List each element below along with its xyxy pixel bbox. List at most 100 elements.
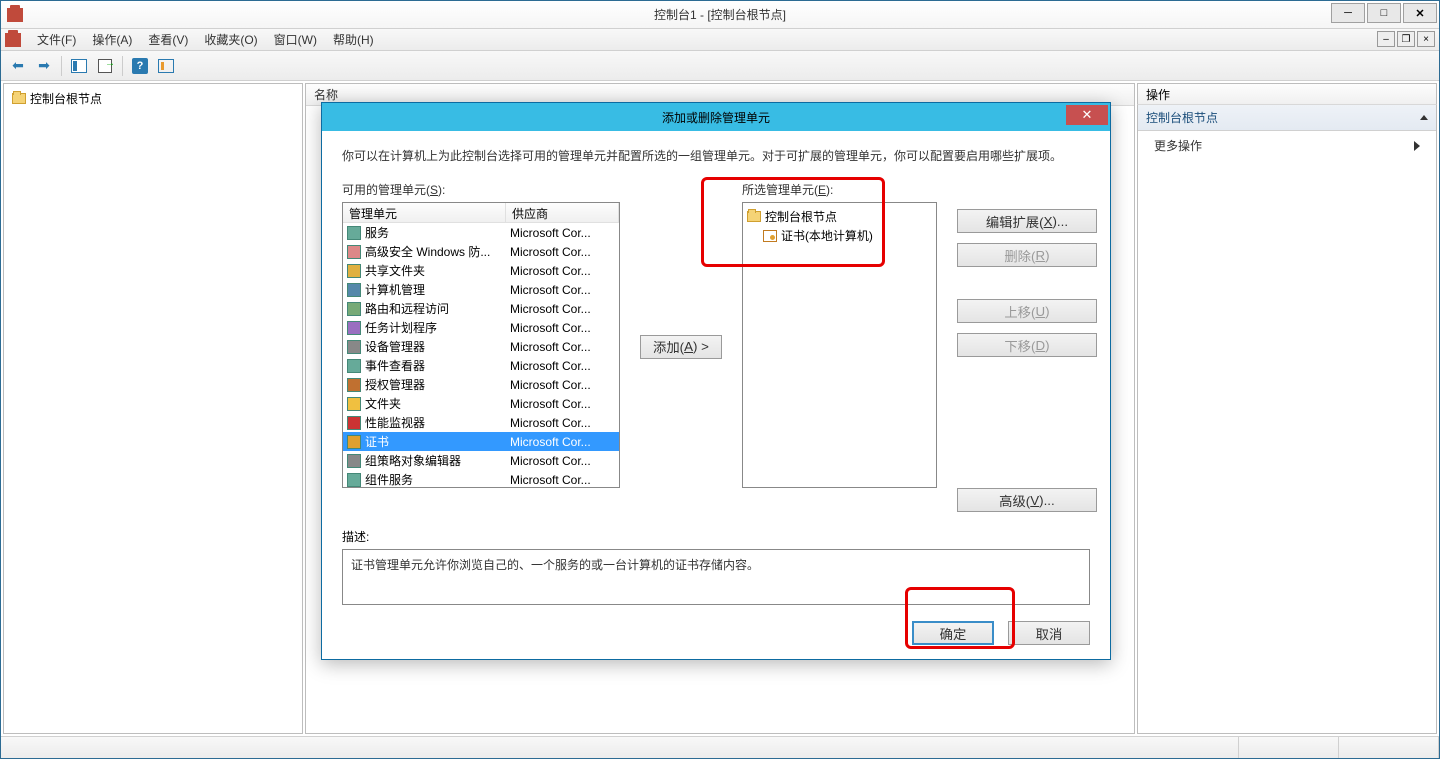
snapin-item[interactable]: 路由和远程访问 Microsoft Cor... bbox=[343, 299, 619, 318]
mdi-restore-button[interactable]: ❐ bbox=[1397, 31, 1415, 47]
help-button[interactable]: ? bbox=[129, 55, 151, 77]
snapin-item[interactable]: 事件查看器Microsoft Cor... bbox=[343, 356, 619, 375]
minimize-button[interactable]: ─ bbox=[1331, 3, 1365, 23]
toolbar-separator bbox=[61, 56, 62, 76]
snapin-item[interactable]: 计算机管理 Microsoft Cor... bbox=[343, 280, 619, 299]
snapin-name: 组件服务 bbox=[365, 471, 413, 488]
snapin-item[interactable]: 授权管理器Microsoft Cor... bbox=[343, 375, 619, 394]
back-button[interactable]: ⬅ bbox=[7, 55, 29, 77]
menu-help[interactable]: 帮助(H) bbox=[325, 28, 382, 51]
snapin-name: 服务 bbox=[365, 224, 389, 241]
close-button[interactable]: ✕ bbox=[1403, 3, 1437, 23]
snapin-name: 性能监视器 bbox=[365, 414, 425, 431]
snapin-item[interactable]: 文件夹 Microsoft Cor... bbox=[343, 394, 619, 413]
snapin-item[interactable]: 组策略对象编辑器Microsoft Cor... bbox=[343, 451, 619, 470]
move-down-button[interactable]: 下移(D) bbox=[957, 333, 1097, 357]
certificate-icon bbox=[763, 230, 777, 242]
snapin-item[interactable]: 证书 Microsoft Cor... bbox=[343, 432, 619, 451]
add-button[interactable]: 添加(A) > bbox=[640, 335, 722, 359]
mdi-close-button[interactable]: × bbox=[1417, 31, 1435, 47]
view-list-button[interactable] bbox=[155, 55, 177, 77]
snapin-vendor: Microsoft Cor... bbox=[506, 264, 591, 278]
selected-snapins-label: 所选管理单元(E): bbox=[742, 181, 937, 198]
snapin-name: 设备管理器 bbox=[365, 338, 425, 355]
snapin-vendor: Microsoft Cor... bbox=[506, 359, 591, 373]
snapin-name: 文件夹 bbox=[365, 395, 401, 412]
main-window: 控制台1 - [控制台根节点] ─ □ ✕ 文件(F) 操作(A) 查看(V) … bbox=[0, 0, 1440, 759]
show-hide-tree-button[interactable] bbox=[68, 55, 90, 77]
description-box: 证书管理单元允许你浏览自己的、一个服务的或一台计算机的证书存储内容。 bbox=[342, 549, 1090, 605]
forward-button[interactable]: ➡ bbox=[33, 55, 55, 77]
snapin-vendor: Microsoft Cor... bbox=[506, 226, 591, 240]
snapin-item[interactable]: 共享文件夹Microsoft Cor... bbox=[343, 261, 619, 280]
edit-extensions-button[interactable]: 编辑扩展(X)... bbox=[957, 209, 1097, 233]
snapin-icon bbox=[347, 321, 361, 335]
snapin-vendor: Microsoft Cor... bbox=[506, 302, 591, 316]
mdi-minimize-button[interactable]: – bbox=[1377, 31, 1395, 47]
snapin-item[interactable]: 任务计划程序Microsoft Cor... bbox=[343, 318, 619, 337]
actions-header: 操作 bbox=[1137, 83, 1437, 105]
window-title: 控制台1 - [控制台根节点] bbox=[654, 6, 786, 23]
snapin-icon bbox=[347, 473, 361, 487]
actions-pane: 操作 控制台根节点 更多操作 bbox=[1137, 83, 1437, 734]
snapin-icon bbox=[347, 340, 361, 354]
col-header-vendor[interactable]: 供应商 bbox=[506, 203, 619, 222]
menu-favorites[interactable]: 收藏夹(O) bbox=[196, 28, 265, 51]
snapin-name: 计算机管理 bbox=[365, 281, 425, 298]
dialog-close-button[interactable]: ✕ bbox=[1066, 105, 1108, 125]
snapin-vendor: Microsoft Cor... bbox=[506, 378, 591, 392]
snapin-icon bbox=[347, 283, 361, 297]
app-icon bbox=[7, 8, 23, 22]
tree-pane[interactable]: 控制台根节点 bbox=[3, 83, 303, 734]
selected-tree-cert-item[interactable]: 证书(本地计算机) bbox=[747, 226, 932, 245]
tree-root-label: 控制台根节点 bbox=[30, 90, 102, 107]
snapin-vendor: Microsoft Cor... bbox=[506, 435, 591, 449]
statusbar bbox=[1, 736, 1439, 758]
menu-view[interactable]: 查看(V) bbox=[140, 28, 196, 51]
menubar: 文件(F) 操作(A) 查看(V) 收藏夹(O) 窗口(W) 帮助(H) – ❐… bbox=[1, 29, 1439, 51]
remove-button[interactable]: 删除(R) bbox=[957, 243, 1097, 267]
description-label: 描述: bbox=[342, 528, 1090, 545]
maximize-button[interactable]: □ bbox=[1367, 3, 1401, 23]
snapin-item[interactable]: 组件服务Microsoft Cor... bbox=[343, 470, 619, 488]
snapin-name: 证书 bbox=[365, 433, 389, 450]
snapin-item[interactable]: 设备管理器 Microsoft Cor... bbox=[343, 337, 619, 356]
snapin-item[interactable]: 服务 Microsoft Cor... bbox=[343, 223, 619, 242]
tree-root-item[interactable]: 控制台根节点 bbox=[8, 88, 298, 109]
folder-icon bbox=[12, 93, 26, 104]
more-actions-link[interactable]: 更多操作 bbox=[1138, 131, 1436, 160]
snapin-name: 组策略对象编辑器 bbox=[365, 452, 461, 469]
snapin-icon bbox=[347, 226, 361, 240]
snapin-vendor: Microsoft Cor... bbox=[506, 340, 591, 354]
titlebar: 控制台1 - [控制台根节点] ─ □ ✕ bbox=[1, 1, 1439, 29]
folder-icon bbox=[747, 211, 761, 222]
snapin-item[interactable]: 性能监视器Microsoft Cor... bbox=[343, 413, 619, 432]
snapin-name: 高级安全 Windows 防... bbox=[365, 243, 490, 260]
snapin-icon bbox=[347, 359, 361, 373]
col-header-unit[interactable]: 管理单元 bbox=[343, 203, 506, 222]
menu-window[interactable]: 窗口(W) bbox=[266, 28, 325, 51]
menu-action[interactable]: 操作(A) bbox=[84, 28, 140, 51]
advanced-button[interactable]: 高级(V)... bbox=[957, 488, 1097, 512]
actions-section-header[interactable]: 控制台根节点 bbox=[1138, 105, 1436, 131]
available-snapins-list[interactable]: 管理单元 供应商 服务 Microsoft Cor... 高级安全 Windows … bbox=[342, 202, 620, 488]
snapin-icon bbox=[347, 416, 361, 430]
snapin-item[interactable]: 高级安全 Windows 防...Microsoft Cor... bbox=[343, 242, 619, 261]
snapin-vendor: Microsoft Cor... bbox=[506, 321, 591, 335]
toolbar: ⬅ ➡ ? bbox=[1, 51, 1439, 81]
cancel-button[interactable]: 取消 bbox=[1008, 621, 1090, 645]
collapse-icon bbox=[1420, 115, 1428, 120]
snapin-name: 路由和远程访问 bbox=[365, 300, 449, 317]
menu-file[interactable]: 文件(F) bbox=[29, 28, 84, 51]
snapin-vendor: Microsoft Cor... bbox=[506, 283, 591, 297]
ok-button[interactable]: 确定 bbox=[912, 621, 994, 645]
submenu-icon bbox=[1414, 141, 1420, 151]
snapin-vendor: Microsoft Cor... bbox=[506, 397, 591, 411]
snapin-icon bbox=[347, 435, 361, 449]
move-up-button[interactable]: 上移(U) bbox=[957, 299, 1097, 323]
snapin-icon bbox=[347, 245, 361, 259]
export-list-button[interactable] bbox=[94, 55, 116, 77]
selected-tree-root[interactable]: 控制台根节点 bbox=[747, 207, 932, 226]
selected-snapins-tree[interactable]: 控制台根节点 证书(本地计算机) bbox=[742, 202, 937, 488]
dialog-titlebar[interactable]: 添加或删除管理单元 ✕ bbox=[322, 103, 1110, 131]
